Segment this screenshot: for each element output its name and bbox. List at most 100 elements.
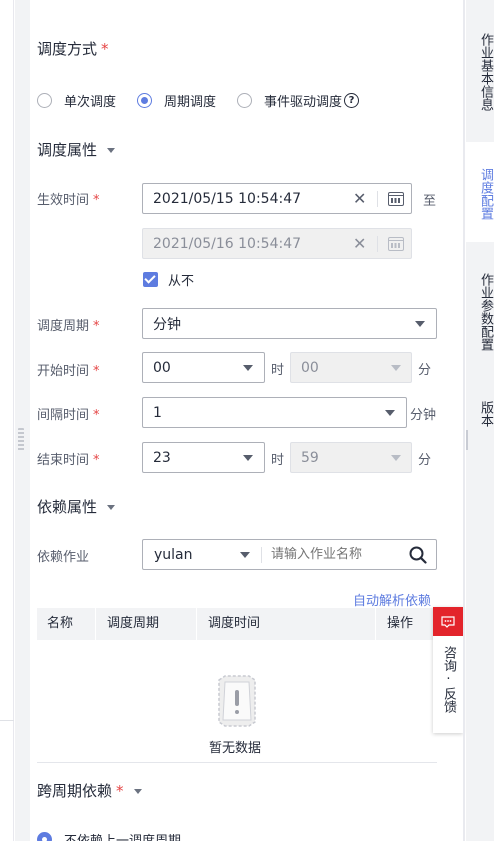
consult-feedback-widget[interactable]: 咨询·反馈 [433, 607, 463, 733]
never-label: 从不 [168, 274, 195, 289]
radio-event-driven-label: 事件驱动调度 [264, 95, 343, 110]
auto-parse-dependency-link[interactable]: 自动解析依赖 [353, 590, 431, 609]
radio-event-driven-circle[interactable] [237, 93, 252, 108]
calendar-icon[interactable] [388, 192, 404, 206]
end-time-label-text: 结束时间 [37, 453, 90, 468]
divider [261, 547, 262, 563]
caret-down-icon [107, 148, 116, 153]
radio-periodic-label: 周期调度 [164, 95, 217, 110]
column-name: 名称 [37, 608, 96, 640]
required-mark: * [116, 782, 124, 800]
chevron-down-icon [243, 365, 253, 371]
job-name-input[interactable] [271, 545, 401, 564]
range-to-text: 至 [423, 194, 437, 209]
nav-divider [466, 430, 468, 450]
required-mark: * [93, 453, 100, 468]
end-hour-value: 23 [153, 449, 171, 466]
calendar-icon [388, 237, 404, 251]
schedule-props-toggle[interactable]: 调度属性 [37, 139, 116, 160]
divider [377, 191, 378, 207]
dependency-job-group: yulan [142, 539, 437, 570]
nav-item-schedule-config[interactable]: 调度配置 [466, 142, 494, 242]
start-minute-value: 00 [301, 359, 319, 376]
project-select-value: yulan [154, 546, 193, 563]
chevron-down-icon [243, 455, 253, 461]
project-select[interactable]: yulan [143, 540, 261, 569]
dependency-job-label: 依赖作业 [37, 550, 90, 565]
minute-unit: 分 [418, 453, 432, 468]
interval-label-text: 间隔时间 [37, 408, 90, 423]
period-label-text: 调度周期 [37, 319, 90, 334]
required-mark: * [93, 319, 100, 334]
dependency-title: 依赖属性 [37, 498, 98, 516]
right-side-nav: 作业基本信息 调度配置 作业参数配置 版本 [466, 0, 494, 841]
radio-once-label: 单次调度 [64, 95, 117, 110]
cross-period-title: 跨周期依赖 [37, 782, 113, 800]
interval-unit: 分钟 [410, 408, 437, 423]
radio-periodic[interactable]: 周期调度 [137, 91, 216, 110]
radio-no-dependency-label: 不依赖上一调度周期 [64, 830, 181, 841]
left-gutter [0, 0, 14, 841]
scrollbar[interactable] [463, 0, 465, 841]
minute-unit: 分 [418, 363, 432, 378]
nav-item-version[interactable]: 版本 [466, 392, 494, 432]
interval-label: 间隔时间 * [37, 404, 100, 423]
radio-no-dependency-circle[interactable] [37, 832, 52, 841]
help-icon[interactable]: ? [344, 93, 360, 108]
end-minute-select: 59 [290, 442, 412, 473]
resize-handle[interactable] [18, 428, 24, 452]
end-minute-value: 59 [301, 449, 319, 466]
column-period: 调度周期 [97, 608, 197, 640]
empty-data-text: 暂无数据 [209, 741, 262, 756]
effective-time-label: 生效时间 * [37, 189, 100, 208]
chevron-down-icon [240, 552, 250, 558]
interval-select-value: 1 [153, 404, 162, 421]
dependency-toggle[interactable]: 依赖属性 [37, 496, 116, 517]
schedule-mode-label: 调度方式 * [37, 38, 109, 59]
schedule-mode-label-text: 调度方式 [37, 40, 98, 58]
nav-item-params-config[interactable]: 作业参数配置 [466, 258, 494, 362]
chat-icon[interactable] [433, 607, 463, 636]
period-label: 调度周期 * [37, 315, 100, 334]
hour-unit: 时 [271, 453, 285, 468]
clear-icon[interactable]: ✕ [353, 189, 366, 208]
start-datetime-value: 2021/05/15 10:54:47 [153, 190, 302, 207]
cross-period-toggle[interactable]: 跨周期依赖 * [37, 780, 142, 801]
consult-feedback-label: 咨询·反馈 [441, 646, 456, 713]
never-checkbox[interactable]: 从不 [143, 270, 194, 289]
table-bottom-border [37, 762, 437, 763]
start-datetime-picker[interactable]: 2021/05/15 10:54:47 ✕ [142, 183, 412, 214]
empty-box-icon [218, 675, 256, 727]
search-icon[interactable] [409, 546, 427, 564]
required-mark: * [93, 408, 100, 423]
radio-event-driven[interactable]: 事件驱动调度 ? [237, 91, 360, 110]
start-time-label: 开始时间 * [37, 360, 100, 379]
radio-no-dependency[interactable]: 不依赖上一调度周期 [37, 830, 181, 841]
caret-down-icon [107, 505, 116, 510]
column-actions: 操作 [387, 616, 414, 631]
chevron-down-icon [391, 365, 401, 371]
clear-icon: ✕ [353, 234, 367, 253]
dependency-table-header: 名称 调度周期 调度时间 操作 [37, 608, 463, 640]
nav-item-basic-info[interactable]: 作业基本信息 [466, 18, 494, 122]
interval-select[interactable]: 1 [142, 397, 407, 428]
left-panel-edge [15, 0, 30, 841]
start-hour-select[interactable]: 00 [142, 352, 265, 383]
chevron-down-icon [391, 455, 401, 461]
start-hour-value: 00 [153, 359, 171, 376]
required-mark: * [93, 364, 100, 379]
column-time: 调度时间 [198, 608, 376, 640]
radio-once-circle[interactable] [37, 93, 52, 108]
radio-once[interactable]: 单次调度 [37, 91, 116, 110]
schedule-props-title: 调度属性 [37, 141, 98, 159]
radio-periodic-circle[interactable] [137, 93, 152, 108]
start-time-label-text: 开始时间 [37, 364, 90, 379]
required-mark: * [101, 40, 109, 58]
end-hour-select[interactable]: 23 [142, 442, 265, 473]
period-select-value: 分钟 [153, 316, 181, 333]
end-datetime-value: 2021/05/16 10:54:47 [153, 235, 302, 252]
start-minute-select: 00 [290, 352, 412, 383]
hour-unit: 时 [271, 363, 285, 378]
period-select[interactable]: 分钟 [142, 308, 437, 339]
checkbox-checked-icon[interactable] [143, 272, 158, 287]
